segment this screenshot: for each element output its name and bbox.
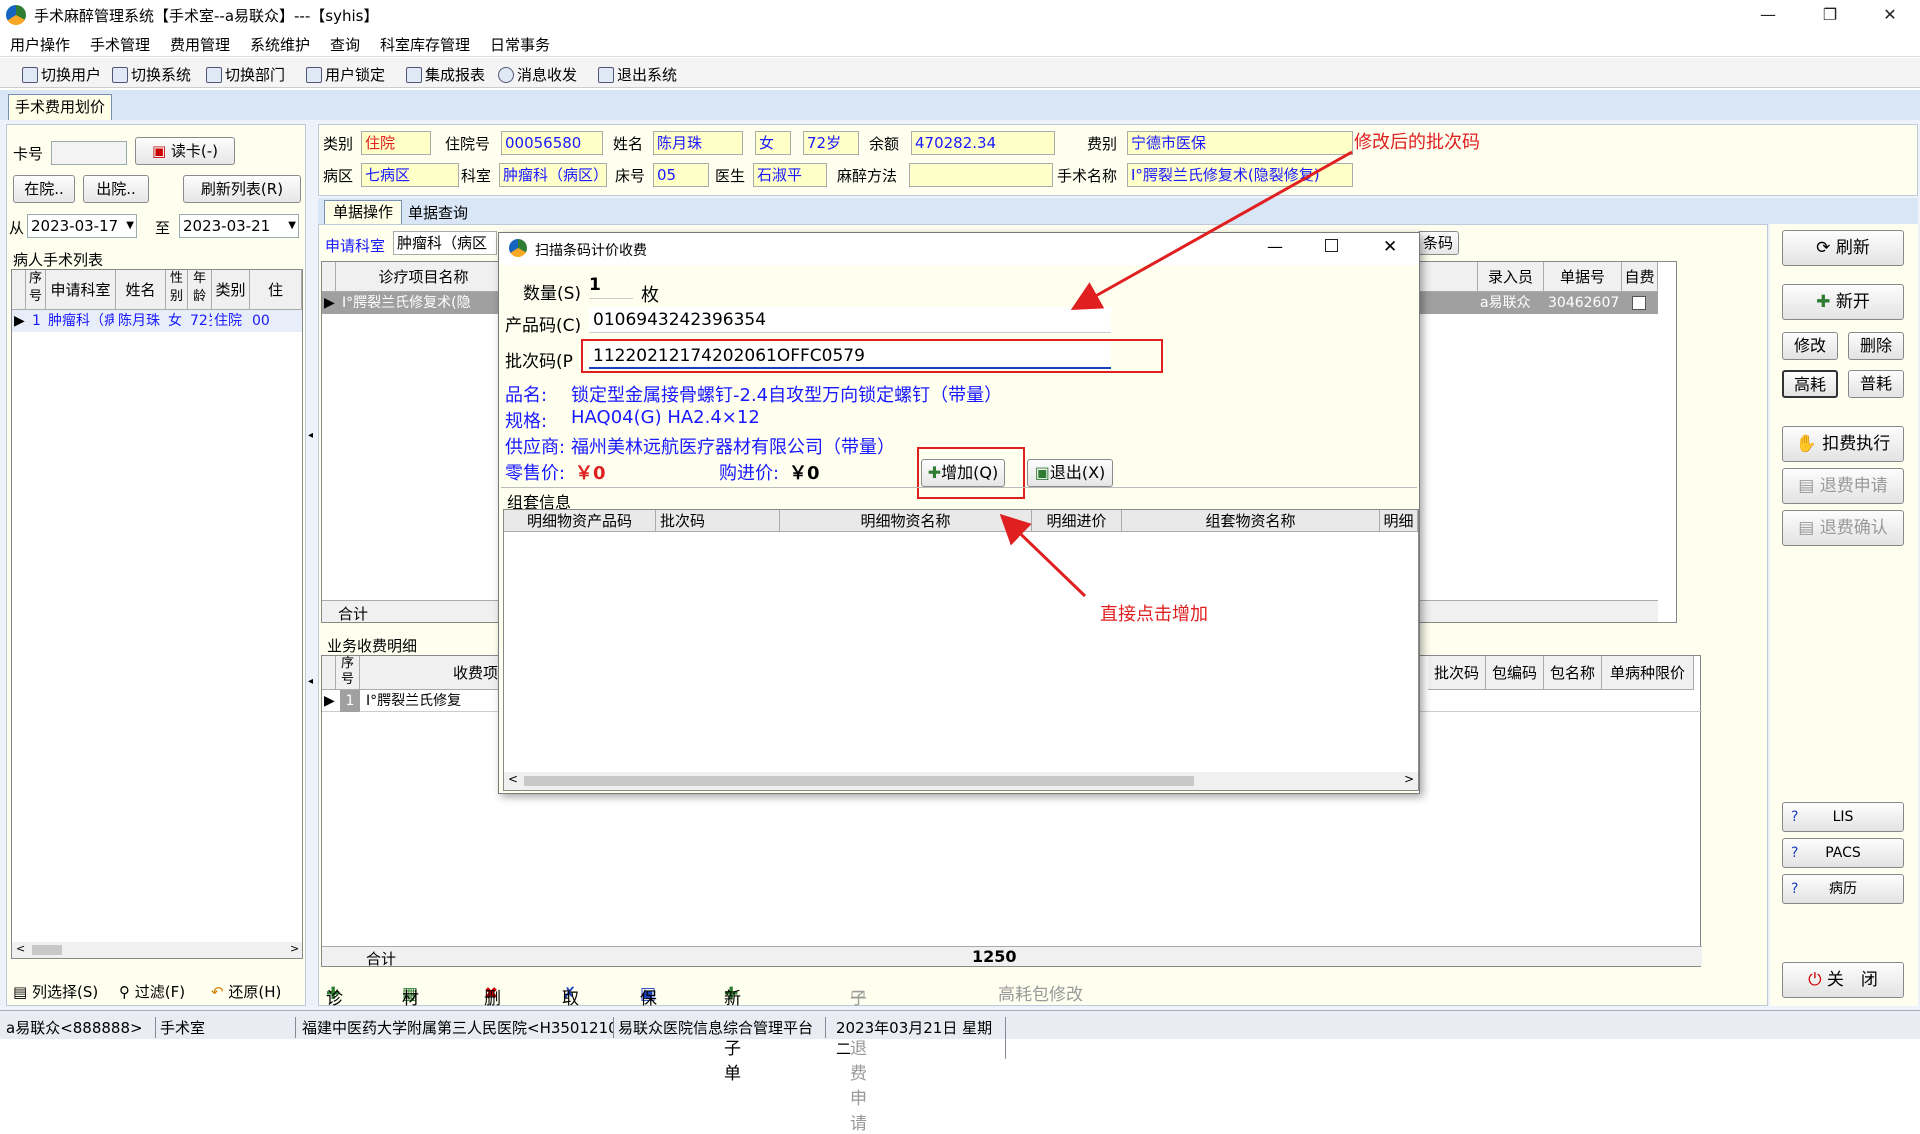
add-arrow <box>999 513 1087 598</box>
annotation-arrows <box>999 150 1353 598</box>
batch-annotation: 修改后的批次码 <box>1354 132 1480 153</box>
batch-arrow <box>1070 150 1353 310</box>
add-annotation: 直接点击增加 <box>1100 604 1208 625</box>
